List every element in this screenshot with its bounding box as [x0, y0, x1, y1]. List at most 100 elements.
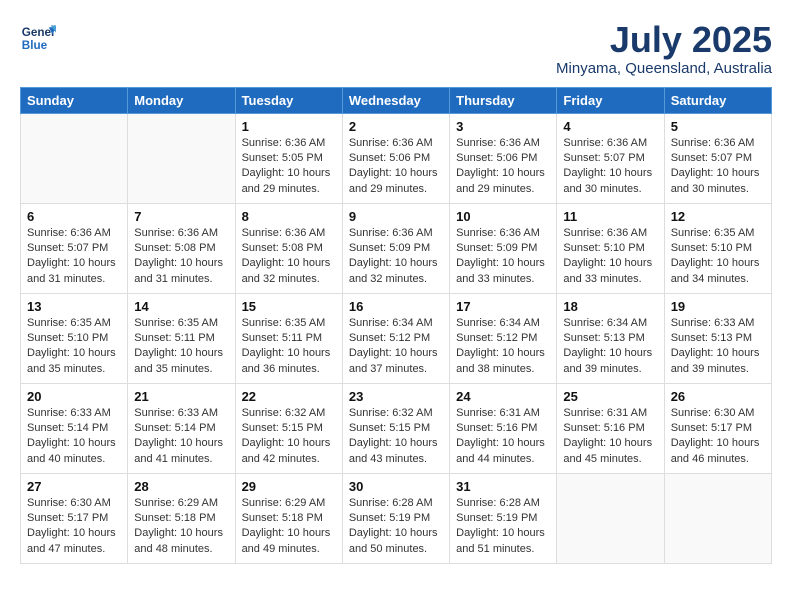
weekday-header-wednesday: Wednesday: [342, 87, 449, 113]
day-number: 1: [242, 119, 336, 134]
calendar-cell: 23Sunrise: 6:32 AM Sunset: 5:15 PM Dayli…: [342, 383, 449, 473]
day-number: 30: [349, 479, 443, 494]
day-info: Sunrise: 6:28 AM Sunset: 5:19 PM Dayligh…: [456, 496, 550, 558]
day-info: Sunrise: 6:36 AM Sunset: 5:08 PM Dayligh…: [134, 226, 228, 288]
day-info: Sunrise: 6:33 AM Sunset: 5:14 PM Dayligh…: [134, 406, 228, 468]
day-number: 11: [563, 209, 657, 224]
week-row-3: 13 Sunrise: 6:35 AM Sunset: 5:10 PM Dayli…: [21, 293, 772, 383]
calendar-cell: 10 Sunrise: 6:36 AM Sunset: 5:09 PM Dayli…: [450, 203, 557, 293]
day-number: 27: [27, 479, 121, 494]
day-number: 7: [134, 209, 228, 224]
calendar-cell: 3 Sunrise: 6:36 AM Sunset: 5:06 PM Daylig…: [450, 113, 557, 203]
week-row-4: 20Sunrise: 6:33 AM Sunset: 5:14 PM Dayli…: [21, 383, 772, 473]
logo: General Blue: [20, 20, 56, 56]
day-number: 31: [456, 479, 550, 494]
day-info: Sunrise: 6:34 AM Sunset: 5:13 PM Dayligh…: [563, 316, 657, 378]
day-number: 19: [671, 299, 765, 314]
calendar-cell: 30 Sunrise: 6:28 AM Sunset: 5:19 PM Dayli…: [342, 473, 449, 563]
calendar-cell: 9Sunrise: 6:36 AM Sunset: 5:09 PM Daylig…: [342, 203, 449, 293]
calendar-cell: [557, 473, 664, 563]
title-block: July 2025 Minyama, Queensland, Australia: [556, 20, 772, 77]
day-info: Sunrise: 6:36 AM Sunset: 5:10 PM Dayligh…: [563, 226, 657, 288]
day-info: Sunrise: 6:36 AM Sunset: 5:09 PM Dayligh…: [456, 226, 550, 288]
day-info: Sunrise: 6:28 AM Sunset: 5:19 PM Dayligh…: [349, 496, 443, 558]
day-info: Sunrise: 6:36 AM Sunset: 5:06 PM Dayligh…: [349, 136, 443, 198]
day-info: Sunrise: 6:31 AM Sunset: 5:16 PM Dayligh…: [563, 406, 657, 468]
weekday-header-monday: Monday: [128, 87, 235, 113]
calendar-cell: 18 Sunrise: 6:34 AM Sunset: 5:13 PM Dayli…: [557, 293, 664, 383]
day-info: Sunrise: 6:29 AM Sunset: 5:18 PM Dayligh…: [242, 496, 336, 558]
calendar-cell: 14 Sunrise: 6:35 AM Sunset: 5:11 PM Dayli…: [128, 293, 235, 383]
day-number: 26: [671, 389, 765, 404]
day-info: Sunrise: 6:31 AM Sunset: 5:16 PM Dayligh…: [456, 406, 550, 468]
calendar-cell: 7 Sunrise: 6:36 AM Sunset: 5:08 PM Daylig…: [128, 203, 235, 293]
day-number: 8: [242, 209, 336, 224]
day-number: 6: [27, 209, 121, 224]
calendar-cell: [128, 113, 235, 203]
calendar-cell: 26Sunrise: 6:30 AM Sunset: 5:17 PM Dayli…: [664, 383, 771, 473]
weekday-header-sunday: Sunday: [21, 87, 128, 113]
day-number: 28: [134, 479, 228, 494]
day-info: Sunrise: 6:36 AM Sunset: 5:07 PM Dayligh…: [27, 226, 121, 288]
day-info: Sunrise: 6:36 AM Sunset: 5:06 PM Dayligh…: [456, 136, 550, 198]
calendar-cell: [664, 473, 771, 563]
calendar-cell: 8 Sunrise: 6:36 AM Sunset: 5:08 PM Daylig…: [235, 203, 342, 293]
day-info: Sunrise: 6:36 AM Sunset: 5:08 PM Dayligh…: [242, 226, 336, 288]
calendar-cell: 11 Sunrise: 6:36 AM Sunset: 5:10 PM Dayli…: [557, 203, 664, 293]
day-number: 25: [563, 389, 657, 404]
weekday-header-row: SundayMondayTuesdayWednesdayThursdayFrid…: [21, 87, 772, 113]
calendar-cell: 1 Sunrise: 6:36 AM Sunset: 5:05 PM Daylig…: [235, 113, 342, 203]
weekday-header-friday: Friday: [557, 87, 664, 113]
day-number: 4: [563, 119, 657, 134]
day-number: 21: [134, 389, 228, 404]
calendar-cell: 22Sunrise: 6:32 AM Sunset: 5:15 PM Dayli…: [235, 383, 342, 473]
day-number: 24: [456, 389, 550, 404]
day-number: 12: [671, 209, 765, 224]
day-info: Sunrise: 6:35 AM Sunset: 5:10 PM Dayligh…: [27, 316, 121, 378]
day-number: 14: [134, 299, 228, 314]
logo-icon: General Blue: [20, 20, 56, 56]
calendar-cell: 12Sunrise: 6:35 AM Sunset: 5:10 PM Dayli…: [664, 203, 771, 293]
calendar-cell: 16Sunrise: 6:34 AM Sunset: 5:12 PM Dayli…: [342, 293, 449, 383]
calendar-cell: [21, 113, 128, 203]
day-info: Sunrise: 6:36 AM Sunset: 5:07 PM Dayligh…: [671, 136, 765, 198]
calendar-table: SundayMondayTuesdayWednesdayThursdayFrid…: [20, 87, 772, 564]
day-number: 22: [242, 389, 336, 404]
day-number: 2: [349, 119, 443, 134]
calendar-cell: 19 Sunrise: 6:33 AM Sunset: 5:13 PM Dayli…: [664, 293, 771, 383]
week-row-2: 6 Sunrise: 6:36 AM Sunset: 5:07 PM Daylig…: [21, 203, 772, 293]
day-info: Sunrise: 6:34 AM Sunset: 5:12 PM Dayligh…: [349, 316, 443, 378]
day-info: Sunrise: 6:35 AM Sunset: 5:11 PM Dayligh…: [134, 316, 228, 378]
calendar-cell: 24 Sunrise: 6:31 AM Sunset: 5:16 PM Dayli…: [450, 383, 557, 473]
week-row-5: 27 Sunrise: 6:30 AM Sunset: 5:17 PM Dayli…: [21, 473, 772, 563]
day-info: Sunrise: 6:29 AM Sunset: 5:18 PM Dayligh…: [134, 496, 228, 558]
day-number: 29: [242, 479, 336, 494]
day-info: Sunrise: 6:36 AM Sunset: 5:07 PM Dayligh…: [563, 136, 657, 198]
svg-text:Blue: Blue: [22, 39, 48, 52]
day-number: 18: [563, 299, 657, 314]
weekday-header-saturday: Saturday: [664, 87, 771, 113]
day-number: 13: [27, 299, 121, 314]
calendar-cell: 17 Sunrise: 6:34 AM Sunset: 5:12 PM Dayli…: [450, 293, 557, 383]
day-number: 17: [456, 299, 550, 314]
day-number: 5: [671, 119, 765, 134]
month-title: July 2025: [556, 20, 772, 60]
day-info: Sunrise: 6:34 AM Sunset: 5:12 PM Dayligh…: [456, 316, 550, 378]
calendar-cell: 20Sunrise: 6:33 AM Sunset: 5:14 PM Dayli…: [21, 383, 128, 473]
day-number: 10: [456, 209, 550, 224]
calendar-cell: 31 Sunrise: 6:28 AM Sunset: 5:19 PM Dayli…: [450, 473, 557, 563]
day-info: Sunrise: 6:35 AM Sunset: 5:11 PM Dayligh…: [242, 316, 336, 378]
weekday-header-thursday: Thursday: [450, 87, 557, 113]
day-info: Sunrise: 6:33 AM Sunset: 5:13 PM Dayligh…: [671, 316, 765, 378]
calendar-cell: 21 Sunrise: 6:33 AM Sunset: 5:14 PM Dayli…: [128, 383, 235, 473]
day-info: Sunrise: 6:30 AM Sunset: 5:17 PM Dayligh…: [27, 496, 121, 558]
location: Minyama, Queensland, Australia: [556, 60, 772, 77]
day-info: Sunrise: 6:36 AM Sunset: 5:05 PM Dayligh…: [242, 136, 336, 198]
calendar-cell: 15 Sunrise: 6:35 AM Sunset: 5:11 PM Dayli…: [235, 293, 342, 383]
calendar-cell: 6 Sunrise: 6:36 AM Sunset: 5:07 PM Daylig…: [21, 203, 128, 293]
calendar-cell: 5 Sunrise: 6:36 AM Sunset: 5:07 PM Daylig…: [664, 113, 771, 203]
day-info: Sunrise: 6:36 AM Sunset: 5:09 PM Dayligh…: [349, 226, 443, 288]
page-header: General Blue July 2025 Minyama, Queensla…: [20, 20, 772, 77]
day-number: 3: [456, 119, 550, 134]
day-number: 15: [242, 299, 336, 314]
